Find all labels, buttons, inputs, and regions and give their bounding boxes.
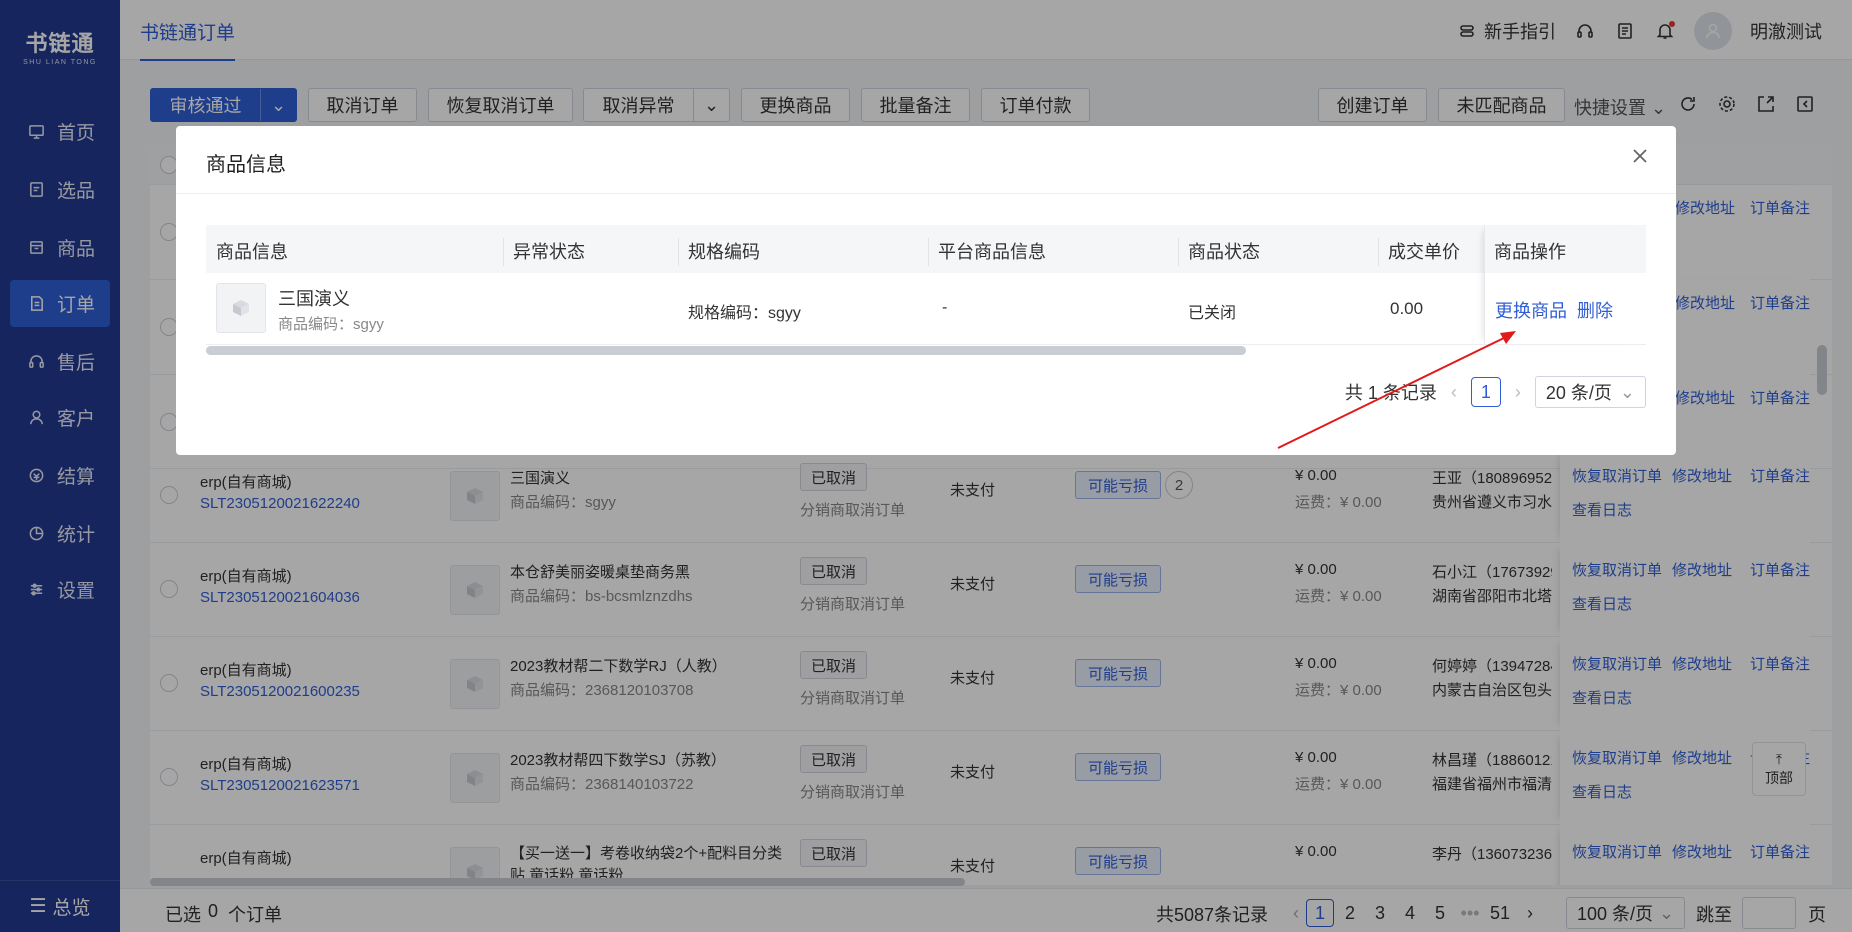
col-spec-code: 规格编码 — [688, 242, 760, 262]
modal-table-row: 三国演义 商品编码：sgyy 规格编码：sgyy - 已关闭 0.00 — [206, 273, 1646, 345]
col-unit-price: 成交单价 — [1388, 242, 1460, 262]
product-info-modal: 商品信息 商品信息 异常状态 规格编码 平台商品信息 商品状态 成交单价 商品操… — [176, 126, 1676, 455]
modal-table-header: 商品信息 异常状态 规格编码 平台商品信息 商品状态 成交单价 商品操作 — [206, 225, 1646, 273]
change-goods-link[interactable]: 更换商品 — [1495, 297, 1567, 323]
chevron-down-icon: ⌄ — [1619, 381, 1635, 402]
column-divider — [678, 238, 679, 266]
actions-column: 更换商品 删除 — [1484, 225, 1636, 345]
platform-info: - — [942, 299, 948, 316]
col-platform-info: 平台商品信息 — [938, 242, 1046, 262]
modal-total-records: 共 1 条记录 — [1344, 383, 1437, 403]
product-thumbnail — [216, 283, 266, 333]
modal-title: 商品信息 — [206, 154, 286, 176]
modal-page-size-select[interactable]: 20 条/页 ⌄ — [1534, 376, 1646, 408]
column-divider — [1378, 238, 1379, 266]
col-product-info: 商品信息 — [216, 242, 288, 262]
close-icon[interactable] — [1630, 146, 1654, 170]
modal-pagination: 共 1 条记录 ‹ 1 › 20 条/页 ⌄ — [1345, 376, 1646, 408]
column-divider — [928, 238, 929, 266]
product-name: 三国演义 — [278, 289, 350, 309]
modal-page-1[interactable]: 1 — [1470, 377, 1501, 407]
product-code: 商品编码：sgyy — [278, 316, 384, 333]
chevron-left-icon[interactable]: ‹ — [1451, 382, 1457, 403]
chevron-right-icon[interactable]: › — [1515, 382, 1521, 403]
modal-page-size-value: 20 条/页 — [1545, 383, 1612, 403]
col-exception: 异常状态 — [513, 242, 585, 262]
col-product-status: 商品状态 — [1188, 242, 1260, 262]
image-placeholder-icon — [233, 300, 249, 316]
column-divider — [503, 238, 504, 266]
spec-code: 规格编码：sgyy — [688, 305, 801, 322]
modal-horizontal-scrollbar[interactable] — [206, 346, 1246, 355]
modal-divider — [176, 193, 1676, 194]
product-status: 已关闭 — [1188, 305, 1237, 322]
column-divider — [1178, 238, 1179, 266]
delete-link[interactable]: 删除 — [1577, 297, 1613, 323]
unit-price: 0.00 — [1390, 299, 1424, 318]
